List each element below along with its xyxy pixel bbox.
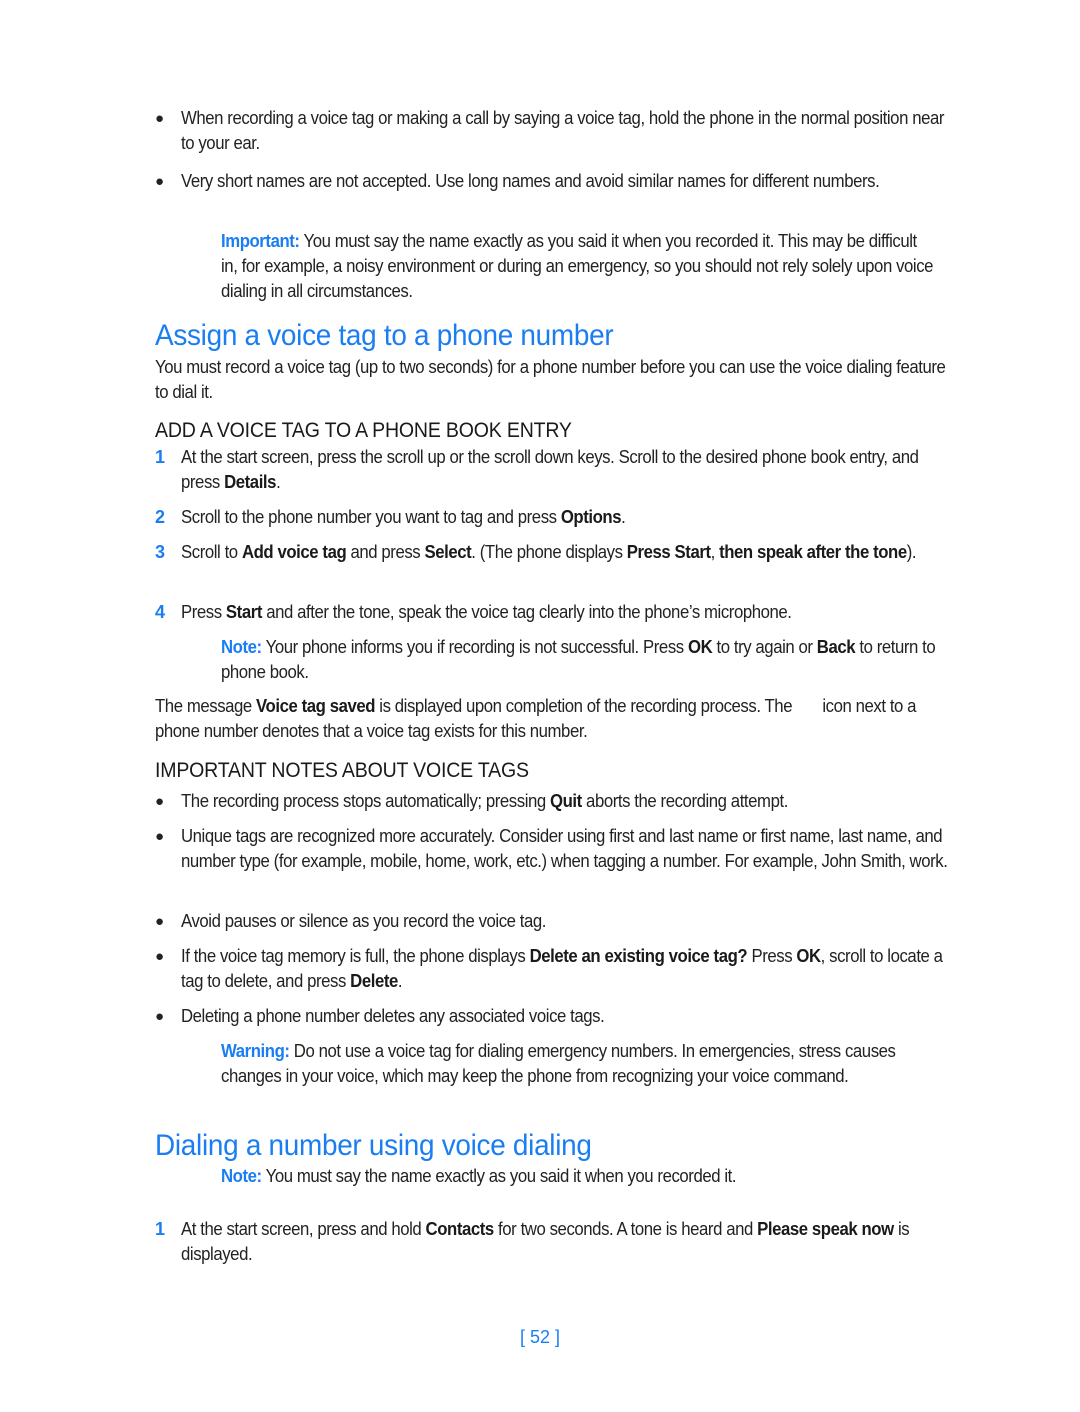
keyword-select: Select bbox=[424, 542, 472, 562]
text-run: . bbox=[397, 971, 403, 991]
bullet-icon: ● bbox=[155, 173, 165, 190]
text-run: ). bbox=[906, 542, 917, 562]
keyword-contacts: Contacts bbox=[425, 1219, 495, 1239]
text-run: Press bbox=[747, 946, 797, 966]
keyword-please-speak-now: Please speak now bbox=[757, 1219, 894, 1239]
step-number: 1 bbox=[155, 1219, 166, 1239]
warning-note: Warning: Do not use a voice tag for dial… bbox=[221, 1039, 937, 1089]
important-note: Important: You must say the name exactly… bbox=[221, 229, 937, 304]
text-run: . bbox=[621, 507, 626, 527]
recording-note: Note: Your phone informs you if recordin… bbox=[221, 635, 937, 685]
step-text: Scroll to the phone number you want to t… bbox=[181, 505, 953, 530]
bullet-text: Avoid pauses or silence as you record th… bbox=[181, 911, 547, 931]
text-run: is displayed upon completion of the reco… bbox=[375, 696, 797, 716]
warning-label: Warning: bbox=[221, 1041, 290, 1061]
warning-text: Do not use a voice tag for dialing emerg… bbox=[221, 1041, 896, 1086]
keyword-ok: OK bbox=[687, 637, 713, 657]
bullet-text: If the voice tag memory is full, the pho… bbox=[181, 944, 953, 994]
text-run: , bbox=[710, 542, 720, 562]
saved-message-paragraph: The message Voice tag saved is displayed… bbox=[155, 694, 955, 744]
keyword-then-speak: then speak after the tone bbox=[719, 542, 907, 562]
note-label: Note: bbox=[221, 1166, 262, 1186]
important-text: You must say the name exactly as you sai… bbox=[221, 231, 934, 301]
keyword-delete: Delete bbox=[350, 971, 398, 991]
text-run: At the start screen, press and hold bbox=[181, 1219, 426, 1239]
bullet-text: Unique tags are recognized more accurate… bbox=[181, 826, 948, 871]
text-run: Your phone informs you if recording is n… bbox=[261, 637, 688, 657]
bullet-icon: ● bbox=[155, 948, 165, 965]
keyword-ok: OK bbox=[796, 946, 821, 966]
subsection-heading-important-notes: IMPORTANT NOTES ABOUT VOICE TAGS bbox=[155, 759, 529, 782]
text-run: . (The phone displays bbox=[471, 542, 627, 562]
step-number: 3 bbox=[155, 542, 166, 562]
page-number: [ 52 ] bbox=[519, 1327, 561, 1347]
bullet-icon: ● bbox=[155, 110, 165, 127]
bullet-text: The recording process stops automaticall… bbox=[181, 789, 953, 814]
bullet-icon: ● bbox=[155, 793, 165, 810]
text-run: If the voice tag memory is full, the pho… bbox=[181, 946, 530, 966]
text-run: and after the tone, speak the voice tag … bbox=[261, 602, 792, 622]
bullet-icon: ● bbox=[155, 913, 165, 930]
bullet-text: Deleting a phone number deletes any asso… bbox=[181, 1006, 605, 1026]
keyword-details: Details bbox=[224, 472, 277, 492]
text-run: Scroll to bbox=[181, 542, 242, 562]
important-label: Important: bbox=[221, 231, 300, 251]
keyword-add-voice-tag: Add voice tag bbox=[241, 542, 347, 562]
text-run: At the start screen, press the scroll up… bbox=[181, 447, 919, 492]
text-run: and press bbox=[346, 542, 425, 562]
keyword-quit: Quit bbox=[550, 791, 582, 811]
bullet-icon: ● bbox=[155, 1008, 165, 1025]
dialing-note: Note: You must say the name exactly as y… bbox=[221, 1164, 937, 1189]
text-run: Scroll to the phone number you want to t… bbox=[181, 507, 561, 527]
section-heading-assign-voice-tag: Assign a voice tag to a phone number bbox=[155, 319, 614, 352]
section-intro: You must record a voice tag (up to two s… bbox=[155, 357, 946, 402]
bullet-icon: ● bbox=[155, 828, 165, 845]
keyword-back: Back bbox=[816, 637, 856, 657]
text-run: to try again or bbox=[712, 637, 817, 657]
keyword-options: Options bbox=[560, 507, 622, 527]
step-text: Scroll to Add voice tag and press Select… bbox=[181, 540, 953, 565]
text-run: aborts the recording attempt. bbox=[581, 791, 788, 811]
bullet-text: When recording a voice tag or making a c… bbox=[181, 108, 945, 153]
keyword-press-start: Press Start bbox=[626, 542, 711, 562]
text-run: . bbox=[276, 472, 281, 492]
text-run: for two seconds. A tone is heard and bbox=[493, 1219, 758, 1239]
step-number: 4 bbox=[155, 602, 166, 622]
keyword-delete-existing: Delete an existing voice tag? bbox=[529, 946, 748, 966]
subsection-heading-add-voice-tag: ADD A VOICE TAG TO A PHONE BOOK ENTRY bbox=[155, 419, 572, 442]
keyword-voice-tag-saved: Voice tag saved bbox=[256, 696, 376, 716]
step-text: At the start screen, press and hold Cont… bbox=[181, 1217, 953, 1267]
note-label: Note: bbox=[221, 637, 262, 657]
note-text: You must say the name exactly as you sai… bbox=[261, 1166, 737, 1186]
text-run: The message bbox=[155, 696, 257, 716]
text-run: Press bbox=[181, 602, 226, 622]
step-number: 2 bbox=[155, 507, 166, 527]
step-text: At the start screen, press the scroll up… bbox=[181, 445, 953, 495]
manual-page: ● When recording a voice tag or making a… bbox=[0, 0, 1080, 1412]
step-text: Press Start and after the tone, speak th… bbox=[181, 600, 953, 625]
text-run: The recording process stops automaticall… bbox=[181, 791, 551, 811]
section-heading-voice-dialing: Dialing a number using voice dialing bbox=[155, 1129, 592, 1162]
keyword-start: Start bbox=[225, 602, 262, 622]
bullet-text: Very short names are not accepted. Use l… bbox=[181, 171, 880, 191]
step-number: 1 bbox=[155, 447, 166, 467]
